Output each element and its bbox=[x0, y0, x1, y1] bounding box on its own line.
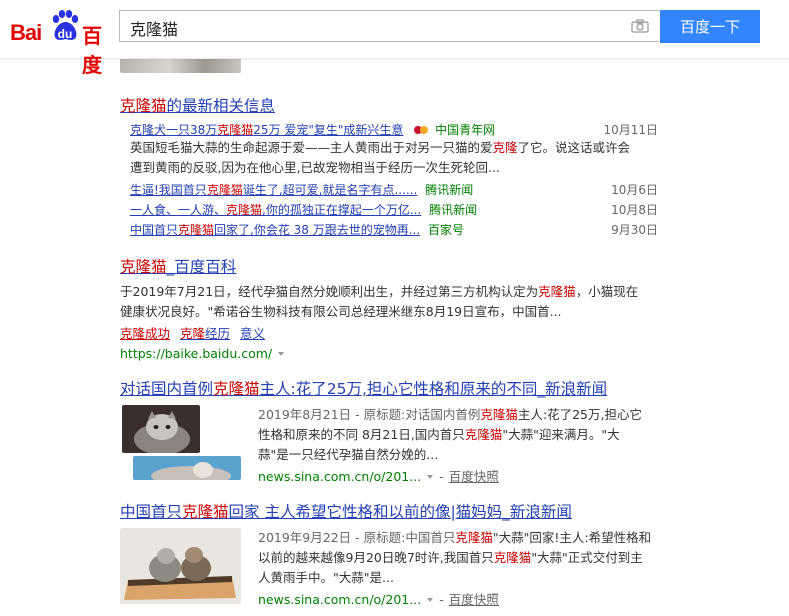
news-source: 百家号 bbox=[428, 223, 465, 237]
kitten-thumbnail-1[interactable] bbox=[122, 405, 200, 453]
news-abstract: 英国短毛猫大蒜的生命起源于爱——主人黄雨出于对另一只猫的爱克隆了它。说这话或许会… bbox=[130, 140, 631, 175]
sina-result-1-abstract: 2019年8月21日 - 原标题:对话国内首例克隆猫主人:花了25万,担心它 性格… bbox=[258, 407, 642, 462]
snapshot-link[interactable]: 百度快照 bbox=[449, 592, 499, 607]
news-date: 10月8日 bbox=[611, 203, 658, 217]
dropdown-arrow-icon[interactable] bbox=[427, 475, 434, 479]
kitten-image bbox=[133, 456, 241, 480]
news-date: 9月30日 bbox=[611, 223, 658, 237]
dropdown-arrow-icon[interactable] bbox=[427, 598, 434, 602]
source-logo-icon bbox=[414, 126, 429, 134]
sina-result-2-abstract: 2019年9月22日 - 原标题:中国首只克隆猫"大蒜"回家!主人:希望性格和以… bbox=[258, 530, 652, 585]
sina-result-2-url-row: news.sina.com.cn/o/201... - 百度快照 bbox=[258, 592, 499, 607]
news-item[interactable]: 生逼!我国首只克隆猫诞生了,超可爱,就是名字有点...... 腾讯新闻 10月6… bbox=[130, 181, 660, 199]
sina-result-2-title[interactable]: 中国首只克隆猫回家 主人希望它性格和以前的像|猫妈妈_新浪新闻 bbox=[120, 500, 572, 522]
news-source: 中国青年网 bbox=[435, 123, 496, 137]
baike-sublinks: 克隆成功 克隆经历 意义 bbox=[120, 323, 275, 342]
news-item[interactable]: 克隆犬一只38万克隆猫25万 爱宠"复生"成新兴生意 中国青年网 10月11日 bbox=[130, 121, 660, 139]
logo-du-text: du bbox=[57, 27, 73, 41]
logo-cn-text: 百度 bbox=[82, 24, 102, 77]
news-date: 10月6日 bbox=[611, 183, 658, 197]
search-box bbox=[119, 10, 659, 42]
sina-result-1-title[interactable]: 对话国内首例克隆猫主人:花了25万,担心它性格和原来的不同_新浪新闻 bbox=[120, 377, 607, 399]
dropdown-arrow-icon[interactable] bbox=[278, 352, 285, 356]
cats-image bbox=[120, 528, 241, 604]
result-url[interactable]: https://baike.baidu.com/ bbox=[120, 346, 272, 361]
header-bar: Bai du 百度 百度一下 bbox=[0, 0, 789, 77]
sina-result-1-url-row: news.sina.com.cn/o/201... - 百度快照 bbox=[258, 469, 499, 484]
news-item[interactable]: 一人食、一人游、克隆猫,你的孤独正在撑起一个万亿... 腾讯新闻 10月8日 bbox=[130, 201, 660, 219]
news-item[interactable]: 中国首只克隆猫回家了,你会花 38 万跟去世的宠物再... 百家号 9月30日 bbox=[130, 221, 660, 239]
baike-url-row: https://baike.baidu.com/ bbox=[120, 343, 290, 362]
kitten-image bbox=[122, 405, 200, 453]
news-section-title[interactable]: 克隆猫的最新相关信息 bbox=[120, 94, 275, 116]
camera-icon[interactable] bbox=[631, 19, 649, 33]
search-input[interactable] bbox=[128, 17, 612, 38]
sublink-clone-success[interactable]: 克隆成功 bbox=[120, 326, 170, 341]
sublink-clone-history[interactable]: 克隆经历 bbox=[180, 326, 230, 341]
news-source: 腾讯新闻 bbox=[425, 183, 474, 197]
result-url[interactable]: news.sina.com.cn/o/201... bbox=[258, 592, 421, 607]
news-source: 腾讯新闻 bbox=[429, 203, 478, 217]
search-button[interactable]: 百度一下 bbox=[660, 10, 760, 43]
snapshot-link[interactable]: 百度快照 bbox=[449, 469, 499, 484]
result-url[interactable]: news.sina.com.cn/o/201... bbox=[258, 469, 421, 484]
baike-result-title[interactable]: 克隆猫_百度百科 bbox=[120, 255, 236, 277]
baidu-logo[interactable]: Bai du 百度 bbox=[10, 6, 110, 77]
news-date: 10月11日 bbox=[603, 123, 658, 137]
baike-abstract: 于2019年7月21日，经代孕猫自然分娩顺利出生，并经过第三方机构认定为克隆猫，… bbox=[120, 284, 639, 319]
logo-bai-text: Bai bbox=[10, 20, 42, 45]
cats-thumbnail[interactable] bbox=[120, 528, 241, 604]
sublink-significance[interactable]: 意义 bbox=[240, 326, 265, 341]
kitten-thumbnail-2[interactable] bbox=[133, 456, 241, 480]
